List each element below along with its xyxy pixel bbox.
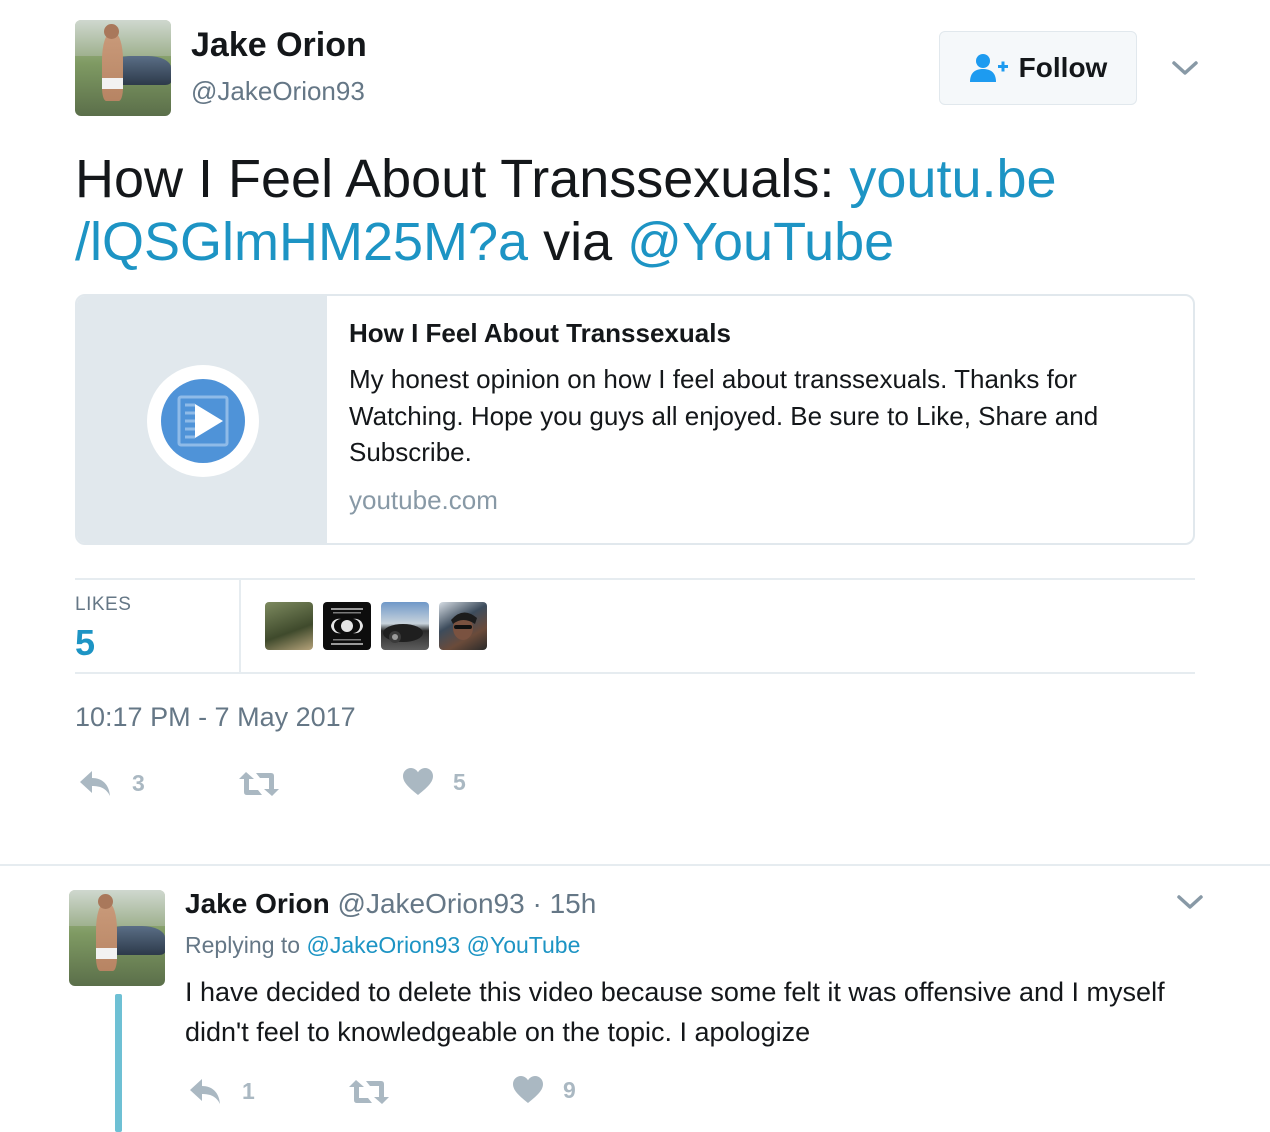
stats-top-divider <box>75 578 1195 580</box>
tweet-link-path[interactable]: /lQSGlmHM25M?a <box>75 212 528 272</box>
avatar-shorts <box>101 77 123 90</box>
stats-bottom-divider <box>75 672 1195 674</box>
likes-label: LIKES <box>75 594 132 615</box>
play-icon-glyph <box>177 395 229 447</box>
follow-button[interactable]: Follow <box>939 31 1137 105</box>
heart-icon <box>403 768 433 795</box>
card-thumbnail <box>77 296 327 543</box>
reply-action[interactable]: 3 <box>78 768 145 798</box>
likes-count[interactable]: 5 <box>75 622 95 664</box>
like-count: 5 <box>453 768 466 795</box>
liker-avatar[interactable] <box>265 602 313 650</box>
conversation-separator <box>0 864 1270 866</box>
tweet-timestamp[interactable]: 10:17 PM - 7 May 2017 <box>75 702 356 733</box>
liker-avatar-art <box>451 612 477 640</box>
liker-avatar[interactable] <box>323 602 371 650</box>
follow-label: Follow <box>1018 52 1108 83</box>
reply-header: Jake Orion @JakeOrion93 · 15h <box>185 888 596 920</box>
stats-vertical-divider <box>239 580 241 672</box>
liker-avatar-art <box>383 624 423 643</box>
chevron-down-icon[interactable] <box>1175 892 1205 912</box>
reply-author-name[interactable]: Jake Orion <box>185 888 330 919</box>
like-action[interactable]: 5 <box>403 768 466 796</box>
card-title: How I Feel About Transsexuals <box>349 318 731 348</box>
liker-avatar-art <box>331 608 363 645</box>
tweet-text-part: How I Feel About Transsexuals: <box>75 149 850 209</box>
reply-time[interactable]: 15h <box>550 888 597 919</box>
avatar-figure <box>101 33 123 101</box>
reply-separator: · <box>524 888 550 919</box>
replying-prefix: Replying to <box>185 932 307 958</box>
retweet-action[interactable] <box>348 1078 410 1106</box>
thread-connector-line <box>115 994 122 1132</box>
author-avatar[interactable] <box>75 20 171 116</box>
reply-count: 1 <box>242 1077 255 1104</box>
reply-icon <box>190 1079 220 1104</box>
card-body: How I Feel About Transsexuals My honest … <box>349 318 1179 516</box>
tweet-text-via: via <box>528 212 628 272</box>
reply-icon <box>80 771 110 796</box>
follow-person-plus-icon <box>969 54 1008 82</box>
tweet-link-domain[interactable]: youtu.be <box>849 149 1056 209</box>
reply-author-handle[interactable]: @JakeOrion93 <box>338 888 525 919</box>
author-handle[interactable]: @JakeOrion93 <box>191 76 365 107</box>
reply-author-avatar[interactable] <box>69 890 165 986</box>
retweet-icon <box>349 1080 389 1104</box>
like-count: 9 <box>563 1076 576 1103</box>
chevron-down-icon[interactable] <box>1170 58 1200 78</box>
replying-mention-youtube[interactable]: @YouTube <box>467 932 581 958</box>
liker-avatar[interactable] <box>381 602 429 650</box>
tweet-mention-youtube[interactable]: @YouTube <box>627 212 894 272</box>
avatar-shorts <box>95 947 117 960</box>
retweet-icon <box>239 772 279 796</box>
avatar-figure <box>95 903 117 971</box>
card-domain: youtube.com <box>349 484 498 515</box>
heart-icon <box>513 1076 543 1103</box>
card-description: My honest opinion on how I feel about tr… <box>349 364 1099 467</box>
like-action[interactable]: 9 <box>513 1076 576 1104</box>
reply-text: I have decided to delete this video beca… <box>185 977 1165 1047</box>
link-preview-card[interactable]: How I Feel About Transsexuals My honest … <box>75 294 1195 545</box>
tweet-text: How I Feel About Transsexuals: youtu.be … <box>75 148 1195 274</box>
reply-action[interactable]: 1 <box>188 1076 255 1106</box>
avatar-sky <box>75 20 171 57</box>
author-name[interactable]: Jake Orion <box>191 26 367 65</box>
replying-mention-author[interactable]: @JakeOrion93 <box>306 932 460 958</box>
liker-avatar[interactable] <box>439 602 487 650</box>
video-play-icon <box>147 365 259 477</box>
replying-to: Replying to @JakeOrion93 @YouTube <box>185 932 580 959</box>
play-icon-circle <box>161 379 245 463</box>
reply-count: 3 <box>132 769 145 796</box>
retweet-action[interactable] <box>238 770 300 798</box>
avatar-sky <box>69 890 165 927</box>
